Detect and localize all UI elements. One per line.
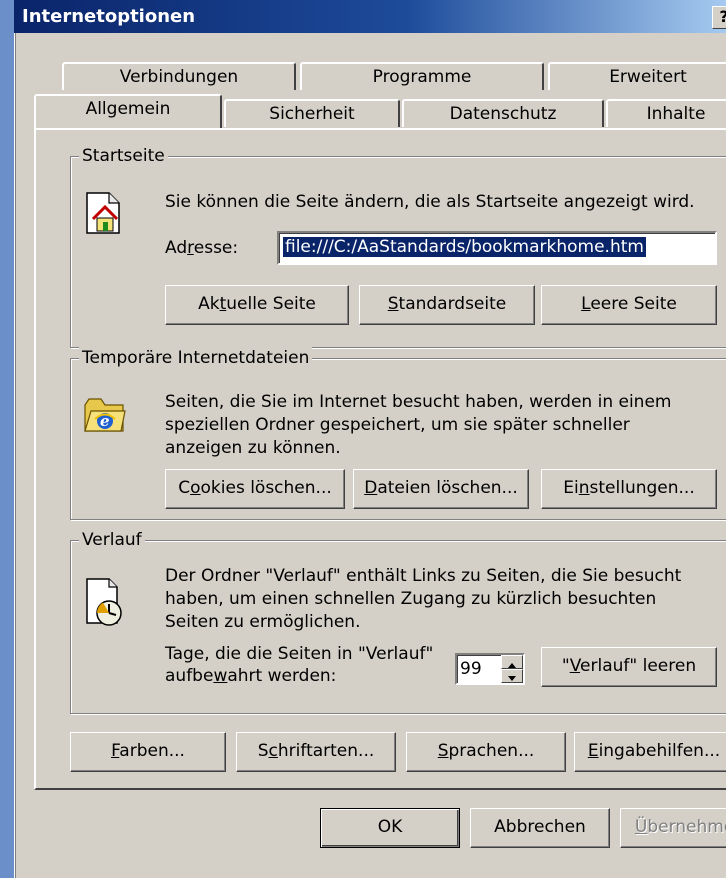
tab-label: Programme xyxy=(372,67,472,87)
address-label: Adresse: xyxy=(165,238,239,258)
group-legend: Verlauf xyxy=(79,529,145,551)
spinner-up-button[interactable] xyxy=(501,655,523,669)
history-days-spinner[interactable]: 99 xyxy=(455,653,525,685)
arrow-down-icon xyxy=(508,676,516,681)
tab-programme[interactable]: Programme xyxy=(300,62,544,90)
group-startseite: Startseite Sie können die Seite ändern, … xyxy=(70,145,726,348)
history-days-value: 99 xyxy=(460,659,482,679)
tab-panel-allgemein: Startseite Sie können die Seite ändern, … xyxy=(34,128,726,790)
temp-settings-button[interactable]: Einstellungen... xyxy=(541,469,717,509)
tab-datenschutz[interactable]: Datenschutz xyxy=(402,99,604,127)
group-legend: Temporäre Internetdateien xyxy=(79,347,313,369)
clear-history-button[interactable]: "Verlauf" leeren xyxy=(541,647,717,687)
history-icon xyxy=(86,578,122,626)
address-input[interactable]: file:///C:/AaStandards/bookmarkhome.htm xyxy=(277,231,717,265)
tab-label: Inhalte xyxy=(646,104,706,124)
group-history: Verlauf Der Ordner "Verlauf" enthält Lin… xyxy=(70,529,726,714)
history-days-label: Tage, die die Seiten in "Verlauf" xyxy=(165,644,434,664)
history-line-2: haben, um einen schnellen Zugang zu kürz… xyxy=(165,589,657,609)
internet-options-window: Internetoptionen ? Verbindungen Programm… xyxy=(14,0,726,878)
tab-inhalte[interactable]: Inhalte xyxy=(606,99,726,127)
tab-label: Allgemein xyxy=(85,99,171,119)
ok-button[interactable]: OK xyxy=(320,808,460,848)
fonts-button[interactable]: Schriftarten... xyxy=(236,732,396,772)
tab-erweitert[interactable]: Erweitert xyxy=(548,62,726,90)
history-line-1: Der Ordner "Verlauf" enthält Links zu Se… xyxy=(165,566,682,586)
current-page-button[interactable]: Aktuelle Seite xyxy=(165,285,349,325)
delete-files-button[interactable]: Dateien löschen... xyxy=(353,469,529,509)
home-page-icon xyxy=(86,192,120,234)
tab-label: Datenschutz xyxy=(449,104,557,124)
tab-label: Verbindungen xyxy=(119,67,239,87)
tab-verbindungen[interactable]: Verbindungen xyxy=(62,62,296,90)
spinner-down-button[interactable] xyxy=(501,669,523,683)
languages-button[interactable]: Sprachen... xyxy=(406,732,566,772)
accessibility-button[interactable]: Eingabehilfen... xyxy=(574,732,726,772)
tab-sicherheit[interactable]: Sicherheit xyxy=(224,99,400,127)
startseite-description: Sie können die Seite ändern, die als Sta… xyxy=(165,192,695,212)
tab-label: Erweitert xyxy=(609,67,687,87)
window-title: Internetoptionen xyxy=(22,6,196,27)
temp-files-folder-icon: e xyxy=(84,398,126,432)
temp-line-2: speziellen Ordner gespeichert, um sie sp… xyxy=(165,415,630,435)
apply-button[interactable]: Übernehmen xyxy=(620,808,726,848)
temp-line-3: anzeigen zu können. xyxy=(165,438,341,458)
default-page-button[interactable]: Standardseite xyxy=(359,285,535,325)
delete-cookies-button[interactable]: Cookies löschen... xyxy=(165,469,345,509)
temp-line-1: Seiten, die Sie im Internet besucht habe… xyxy=(165,392,672,412)
tab-allgemein[interactable]: Allgemein xyxy=(34,94,222,128)
address-value: file:///C:/AaStandards/bookmarkhome.htm xyxy=(283,237,646,257)
group-legend: Startseite xyxy=(79,145,168,167)
history-line-3: Seiten zu ermöglichen. xyxy=(165,612,361,632)
cancel-button[interactable]: Abbrechen xyxy=(470,808,610,848)
help-button[interactable]: ? xyxy=(712,6,726,29)
tab-label: Sicherheit xyxy=(269,104,355,124)
title-bar[interactable]: Internetoptionen ? xyxy=(14,0,726,33)
blank-page-button[interactable]: Leere Seite xyxy=(541,285,717,325)
history-days-label-2: aufbewahrt werden: xyxy=(165,666,337,686)
group-temporary-files: Temporäre Internetdateien e Seiten, die … xyxy=(70,347,726,520)
colors-button[interactable]: Farben... xyxy=(70,732,226,772)
